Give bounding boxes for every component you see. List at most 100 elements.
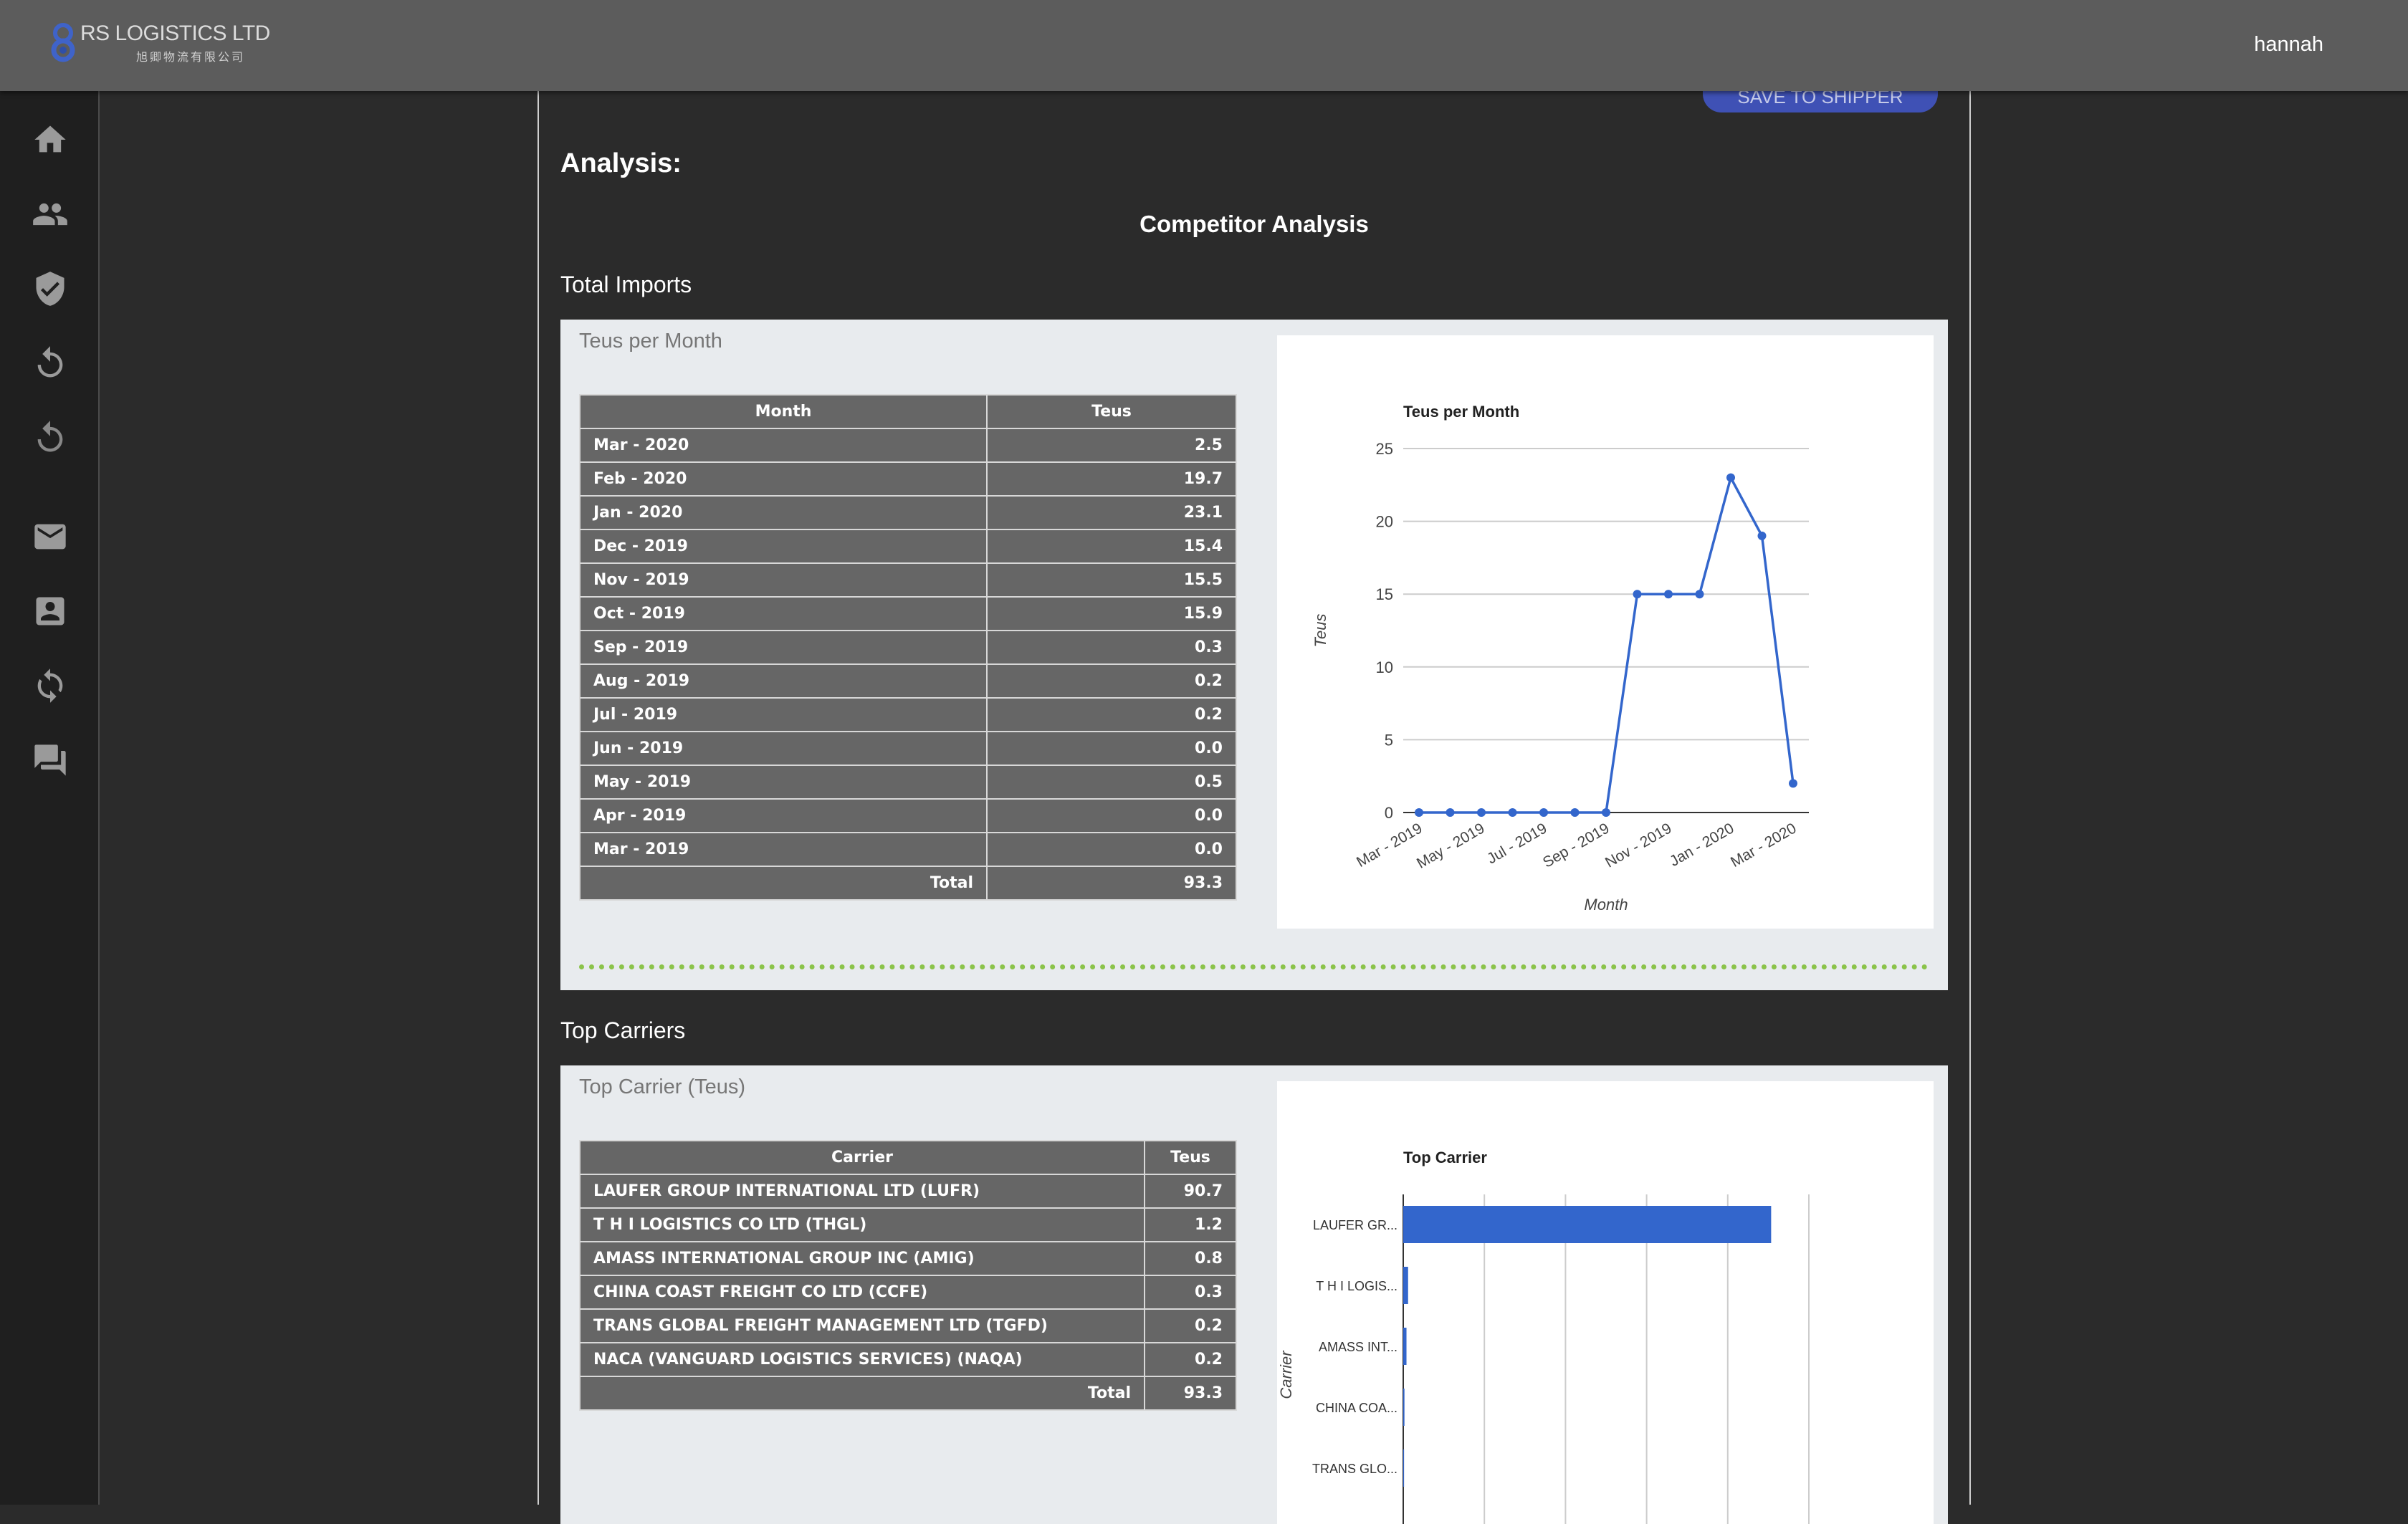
total-row: Total 93.3: [579, 866, 1237, 901]
bar: [1403, 1267, 1408, 1304]
logo-title: RS LOGISTICS LTD: [80, 21, 270, 45]
teus-cell: 1.2: [1144, 1207, 1237, 1242]
month-cell: May - 2019: [579, 765, 988, 800]
carrier-cell: TRANS GLOBAL FREIGHT MANAGEMENT LTD (TGF…: [579, 1308, 1145, 1343]
sidebar-item-contacts[interactable]: [32, 593, 69, 630]
x-tick-label: May - 2019: [1414, 820, 1487, 871]
column-header-carrier: Carrier: [579, 1140, 1145, 1175]
forum-icon: [34, 744, 66, 776]
table-row: Jul - 2019 0.2: [579, 697, 1237, 732]
top-carriers-title: Top Carriers: [560, 1017, 686, 1043]
carrier-cell: T H I LOGISTICS CO LTD (THGL): [579, 1207, 1145, 1242]
teus-cell: 0.3: [1144, 1275, 1237, 1310]
chart-title: Top Carrier: [1403, 1149, 1487, 1166]
series-line: [1419, 474, 1795, 814]
total-imports-card: Teus per Month Month Teus Mar - 2020 2.5 F…: [560, 320, 1948, 990]
month-cell: Jul - 2019: [579, 697, 988, 732]
total-row: Total 93.3: [579, 1376, 1237, 1411]
total-value: 93.3: [1144, 1376, 1237, 1411]
teus-cell: 0.2: [1144, 1308, 1237, 1343]
table-row: Feb - 2020 19.7: [579, 461, 1237, 497]
user-menu[interactable]: hannah: [2254, 33, 2323, 57]
table-row: TRANS GLOBAL FREIGHT MANAGEMENT LTD (TGF…: [579, 1308, 1237, 1343]
y-axis-label: Carrier: [1277, 1350, 1295, 1399]
teus-cell: 0.2: [986, 663, 1237, 699]
teus-cell: 15.4: [986, 529, 1237, 564]
mail-icon: [34, 524, 66, 550]
total-imports-title: Total Imports: [560, 272, 692, 297]
table-row: LAUFER GROUP INTERNATIONAL LTD (LUFR) 90.…: [579, 1174, 1237, 1209]
teus-cell: 2.5: [986, 428, 1237, 463]
top-carrier-chart: Top Carrier Carrier LAUFER GR... T H I LOGI…: [1277, 1081, 1934, 1524]
home-icon: [34, 125, 66, 153]
sidebar-item-mail[interactable]: [32, 518, 69, 555]
sidebar-item-people[interactable]: [32, 196, 69, 233]
data-point: [1633, 590, 1642, 599]
table-row: Jan - 2020 23.1: [579, 495, 1237, 530]
teus-per-month-card-title: Teus per Month: [579, 330, 722, 353]
y-tick-label: 10: [1376, 658, 1393, 676]
contact-card-icon: [36, 597, 64, 626]
data-point: [1539, 808, 1548, 817]
y-tick-label: 5: [1385, 731, 1393, 749]
table-row: Mar - 2019 0.0: [579, 832, 1237, 867]
sidebar-item-home[interactable]: [32, 121, 69, 158]
x-tick-label: Jan - 2020: [1667, 820, 1736, 870]
sync-icon: [37, 668, 63, 703]
teus-cell: 15.9: [986, 596, 1237, 631]
teus-cell: 0.2: [986, 697, 1237, 732]
teus-cell: 0.0: [986, 731, 1237, 766]
x-tick-label: Jul - 2019: [1484, 820, 1549, 867]
sidebar-item-forum[interactable]: [32, 742, 69, 779]
teus-cell: 90.7: [1144, 1174, 1237, 1209]
y-tick-label: 0: [1385, 804, 1393, 822]
teus-cell: 0.0: [986, 832, 1237, 867]
sidebar-item-sync[interactable]: [32, 667, 69, 704]
y-axis-label: Teus: [1312, 614, 1329, 648]
teus-cell: 15.5: [986, 562, 1237, 598]
logo-subtitle: 旭卿物流有限公司: [136, 52, 246, 64]
top-carriers-card: Top Carrier (Teus) Carrier Teus LAUFER G…: [560, 1065, 1948, 1524]
data-point: [1508, 808, 1517, 817]
sidebar-item-verified[interactable]: [32, 270, 69, 307]
column-header-teus: Teus: [986, 394, 1237, 429]
teus-per-month-chart: Teus per Month 0 5 10 15 20 25 Teus Mar - 2019 Ma…: [1277, 335, 1934, 929]
table-row: CHINA COAST FREIGHT CO LTD (CCFE) 0.3: [579, 1275, 1237, 1310]
data-point: [1477, 808, 1486, 817]
bar: [1403, 1328, 1407, 1365]
section-title: Analysis:: [560, 148, 682, 178]
table-row: Oct - 2019 15.9: [579, 596, 1237, 631]
logo-mark-icon: [51, 23, 75, 62]
teus-cell: 0.3: [986, 630, 1237, 665]
data-point: [1570, 808, 1580, 817]
company-logo[interactable]: RS LOGISTICS LTD 旭卿物流有限公司: [50, 20, 270, 70]
table-row: T H I LOGISTICS CO LTD (THGL) 1.2: [579, 1207, 1237, 1242]
total-label: Total: [579, 866, 988, 901]
y-tick-label: AMASS INT...: [1319, 1340, 1398, 1354]
x-tick-label: Nov - 2019: [1602, 820, 1674, 871]
sidebar-item-refresh-a[interactable]: [32, 345, 69, 382]
month-cell: Oct - 2019: [579, 596, 988, 631]
table-row: AMASS INTERNATIONAL GROUP INC (AMIG) 0.8: [579, 1241, 1237, 1276]
sidebar-item-refresh-b[interactable]: [32, 419, 69, 456]
table-row: Nov - 2019 15.5: [579, 562, 1237, 598]
top-bar: RS LOGISTICS LTD 旭卿物流有限公司 hannah: [0, 0, 2408, 91]
total-label: Total: [579, 1376, 1145, 1411]
teus-per-month-table: Month Teus Mar - 2020 2.5 Feb - 2020 19.7 Ja…: [579, 394, 1237, 901]
verified-icon: [36, 272, 64, 306]
table-row: Mar - 2020 2.5: [579, 428, 1237, 463]
top-carrier-card-title: Top Carrier (Teus): [579, 1075, 746, 1098]
x-tick-label: Mar - 2020: [1728, 820, 1799, 871]
y-tick-label: CHINA COA...: [1316, 1401, 1398, 1415]
column-header-month: Month: [579, 394, 988, 429]
data-point: [1757, 531, 1767, 540]
y-tick-label: 25: [1376, 440, 1393, 458]
month-cell: Mar - 2019: [579, 832, 988, 867]
data-point: [1726, 473, 1735, 482]
table-row: May - 2019 0.5: [579, 765, 1237, 800]
teus-cell: 0.2: [1144, 1342, 1237, 1377]
month-cell: Feb - 2020: [579, 461, 988, 497]
chart-title: Teus per Month: [1403, 403, 1519, 421]
y-tick-label: LAUFER GR...: [1313, 1218, 1398, 1232]
bar: [1403, 1389, 1405, 1426]
